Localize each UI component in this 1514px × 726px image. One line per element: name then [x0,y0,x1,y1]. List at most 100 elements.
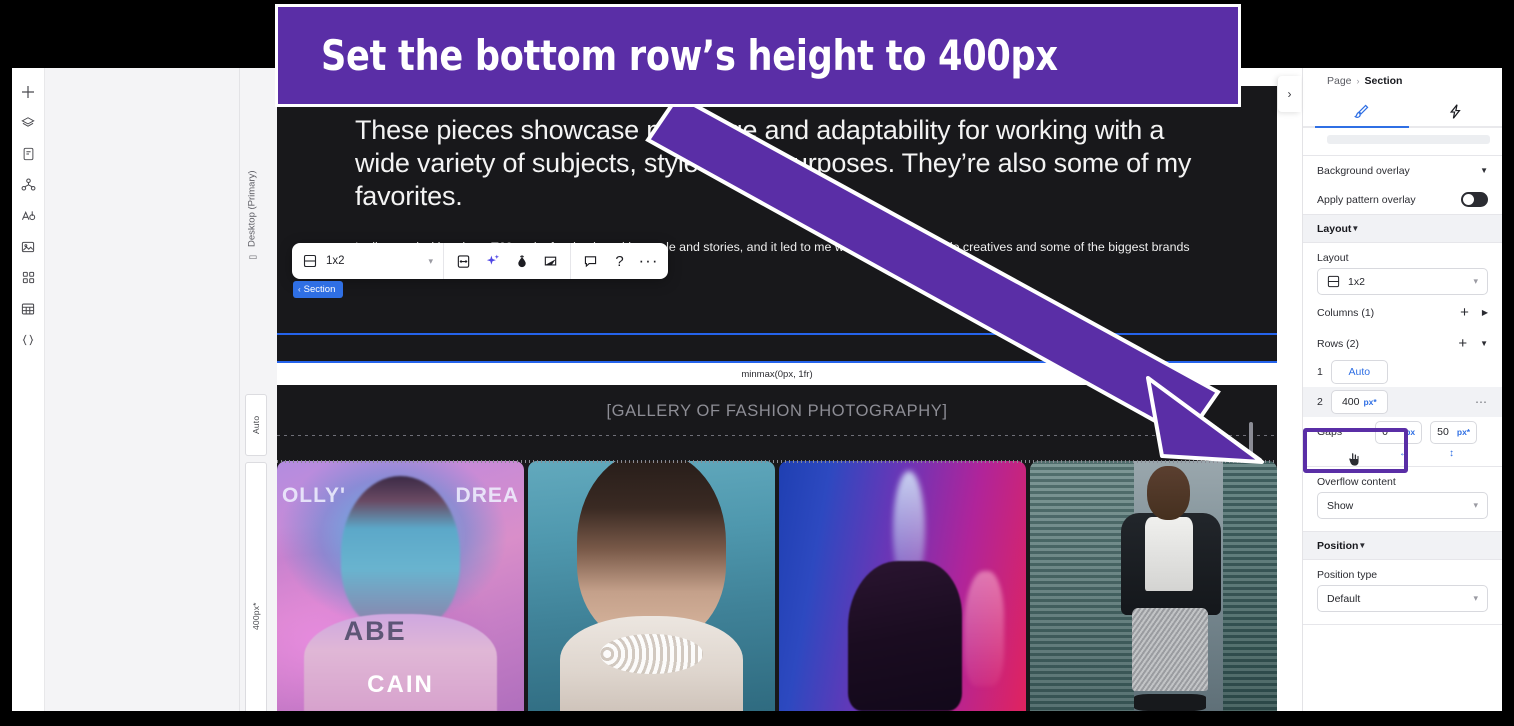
preview-icon[interactable] [536,247,565,276]
columns-row: Columns (1) + ▶ [1303,299,1502,326]
breadcrumb: Page › Section [1303,68,1502,94]
toolbar-group-1 [444,243,570,279]
toolbar-layout-select[interactable]: 1x2 ▾ [292,243,444,279]
add-column-icon[interactable]: + [1460,304,1469,321]
layout-select[interactable]: 1x2 ▾ [1317,268,1488,295]
photo-neon-portrait[interactable]: OLLY' DREA ABE CAIN [277,461,524,711]
device-label-text: Desktop (Primary) [246,170,258,247]
design-canvas[interactable]: These pieces showcase my range and adapt… [277,68,1277,711]
photo-pearls-portrait[interactable] [528,461,775,711]
tab-interactions[interactable] [1409,94,1503,128]
chevron-down-icon: ▼ [1358,541,1367,550]
chevron-down-icon: ▼ [1480,166,1488,175]
photo1-text-bottom: CAIN [367,670,434,698]
apply-pattern-overlay-toggle[interactable] [1461,192,1488,207]
row-1-ruler-chip[interactable]: Auto [245,394,267,456]
gaps-label: Gaps [1317,426,1343,438]
collapse-panel-button[interactable]: › [1278,76,1301,112]
text-icon[interactable] [14,200,42,231]
panel-partial-control [1327,135,1490,144]
toolbar-layout-value: 1x2 [326,255,345,267]
position-section-header[interactable]: Position ▼ [1303,531,1502,560]
gap-horizontal-value: 0 [1382,426,1388,438]
photo-gradient-dancer[interactable] [779,461,1026,711]
table-icon[interactable] [14,293,42,324]
background-overlay-label: Background overlay [1317,164,1410,177]
overflow-content-select[interactable]: Show ▾ [1317,492,1488,519]
comment-icon[interactable] [576,247,605,276]
overflow-content-value: Show [1327,499,1354,512]
row-1-track: 1 Auto [1303,357,1502,387]
layout-section-title: Layout [1317,222,1352,235]
ai-sparkle-icon[interactable] [478,247,507,276]
gap-vertical-unit: px* [1456,427,1471,437]
row-2-size-input[interactable]: 400 px* [1330,390,1388,414]
collapse-rows-icon[interactable]: ▼ [1480,339,1488,348]
pages-icon[interactable] [14,138,42,169]
row-2-more-icon[interactable]: ⋯ [1475,395,1488,409]
breadcrumb-parent[interactable]: Page [1327,75,1352,87]
head-shape [1146,466,1191,520]
row-2-track: 2 400 px* ⋯ [1303,387,1502,417]
horizontal-arrow-icon: ↔ [1399,448,1409,459]
gaps-row: Gaps 0 px 50 px* [1303,417,1502,447]
fit-width-icon[interactable] [449,247,478,276]
apps-icon[interactable] [14,262,42,293]
chevron-down-icon: ▼ [1351,224,1360,233]
instruction-callout: Set the bottom row’s height to 400px [275,4,1241,107]
image-icon[interactable] [14,231,42,262]
background-overlay-row[interactable]: Background overlay ▼ [1303,156,1502,185]
gap-horizontal-input[interactable]: 0 px [1375,420,1423,444]
instruction-text: Set the bottom row’s height to 400px [321,31,1058,80]
position-section-title: Position [1317,539,1359,552]
position-type-value: Default [1327,592,1361,605]
left-side-panel [45,68,240,711]
expand-columns-icon[interactable]: ▶ [1482,308,1488,317]
minmax-label-bar: minmax(0px, 1fr) [277,363,1277,385]
figure-group [1116,466,1225,711]
pants-shape [1131,608,1208,692]
grid-dashed-guide [277,435,1277,436]
hero-text-block[interactable]: These pieces showcase my range and adapt… [277,86,1277,333]
help-icon[interactable]: ? [605,247,634,276]
section-badge-label: Section [303,284,336,295]
row-1-index: 1 [1317,366,1323,378]
row-1-size-input[interactable]: Auto [1330,360,1388,384]
more-icon[interactable]: ··· [634,247,663,276]
breadcrumb-separator: › [1356,76,1360,86]
gallery-heading-text: [GALLERY OF FASHION PHOTOGRAPHY] [606,401,948,420]
gap-vertical-input[interactable]: 50 px* [1430,420,1478,444]
code-icon[interactable] [14,324,42,355]
selected-row-band[interactable] [277,333,1277,363]
grid-tick-guide [277,460,1277,463]
row-2-ruler-chip[interactable]: 400px* [245,462,267,711]
row-1-size-value: Auto [1348,366,1371,378]
sitemap-icon[interactable] [14,169,42,200]
section-breadcrumb-badge[interactable]: ‹ Section [293,281,344,298]
toolbar-group-2: ? ··· [570,243,668,279]
row-2-index: 2 [1317,396,1323,408]
photo1-text-mid: ABE [343,616,407,646]
breadcrumb-current: Section [1364,75,1403,87]
canvas-ruler-column: ▭ Desktop (Primary) Auto 400px* [240,68,277,711]
columns-label: Columns (1) [1317,306,1375,319]
hero-heading: These pieces showcase my range and adapt… [355,115,1192,211]
device-breakpoint-label[interactable]: ▭ Desktop (Primary) [244,122,260,262]
lightning-icon [1449,103,1461,119]
canvas-scrollbar-thumb[interactable] [1249,422,1253,458]
photo-street-style[interactable] [1030,461,1277,711]
inspector-panel: Page › Section Background overlay ▼ Appl… [1302,68,1502,711]
layout-select-value: 1x2 [1348,275,1365,288]
divider [1303,624,1502,625]
position-type-select[interactable]: Default ▾ [1317,585,1488,612]
shoes-shape [1133,693,1206,711]
chevron-down-icon: ▾ [1473,276,1478,286]
theme-icon[interactable] [507,247,536,276]
add-icon[interactable] [14,76,42,107]
add-row-icon[interactable]: + [1458,335,1467,352]
layout-field-label: Layout [1317,252,1349,264]
position-type-label: Position type [1317,569,1378,581]
tab-style[interactable] [1315,94,1409,128]
layout-section-header[interactable]: Layout ▼ [1303,214,1502,243]
layers-icon[interactable] [14,107,42,138]
